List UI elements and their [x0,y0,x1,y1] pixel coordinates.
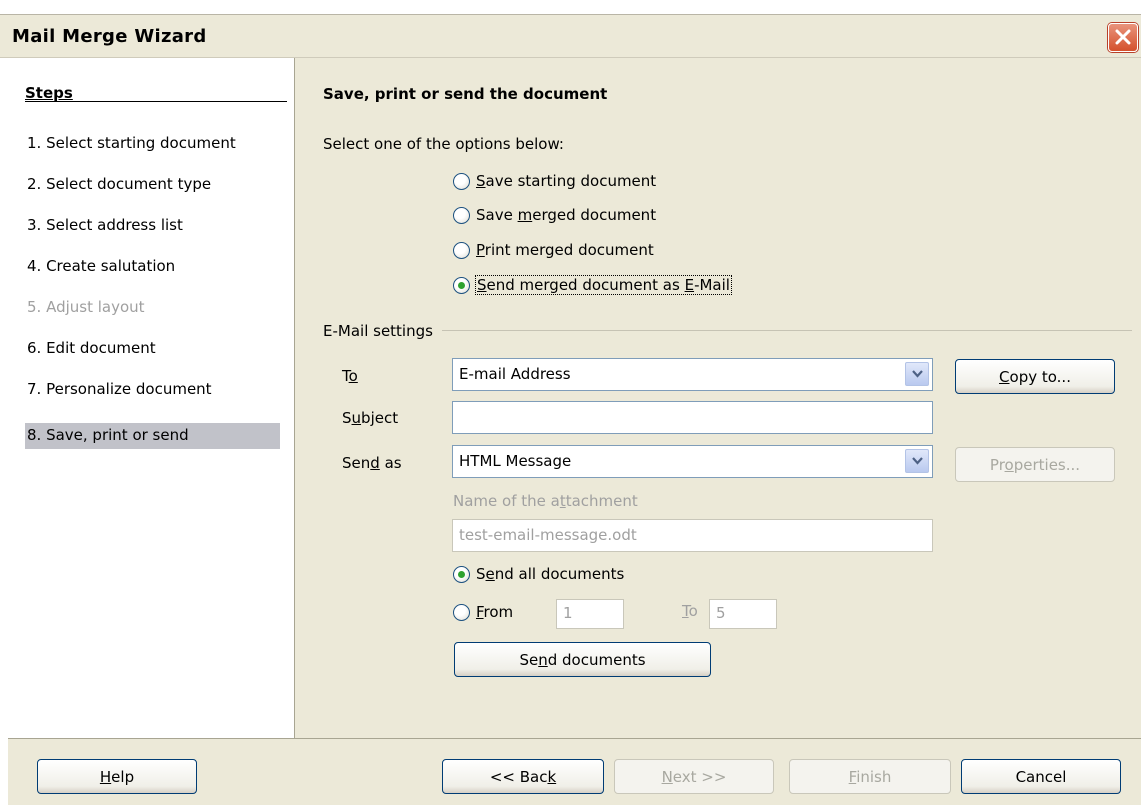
dialog-body: Steps 1. Select starting document 2. Sel… [8,58,1141,805]
to-combobox[interactable]: E-mail Address [452,358,933,391]
close-icon [1115,29,1131,45]
radio-indicator-checked [453,276,470,294]
radio-indicator [453,172,470,190]
send-as-combobox[interactable]: HTML Message [452,445,933,478]
steps-heading: Steps [25,84,73,102]
steps-divider [25,101,287,102]
cancel-button[interactable]: Cancel [961,759,1121,794]
send-as-label: Send as [342,454,402,472]
step-select-address-list[interactable]: 3. Select address list [25,213,280,239]
email-settings-divider [442,330,1132,331]
send-as-value: HTML Message [459,452,572,470]
window-title: Mail Merge Wizard [12,26,207,47]
finish-button: Finish [789,759,951,794]
close-button[interactable] [1108,23,1138,52]
radio-indicator [453,206,470,224]
radio-send-all-documents[interactable]: Send all documents [453,565,624,583]
title-bar: Mail Merge Wizard [0,14,1141,58]
radio-from-range[interactable]: From [453,603,513,621]
properties-button: Properties... [955,447,1115,482]
dropdown-button[interactable] [905,362,929,386]
to-range-input: 5 [709,599,777,629]
dropdown-button[interactable] [905,449,929,473]
email-settings-label: E-Mail settings [323,322,433,340]
radio-label: Send merged document as E-Mail [475,275,732,295]
radio-label: Print merged document [476,241,654,259]
radio-send-merged-email[interactable]: Send merged document as E-Mail [453,275,732,295]
subject-label: Subject [342,409,399,427]
next-button: Next >> [614,759,774,794]
chevron-down-icon [912,370,923,378]
step-edit-document[interactable]: 6. Edit document [25,336,280,362]
radio-indicator [453,241,470,259]
send-documents-button[interactable]: Send documents [454,642,711,677]
step-select-starting-document[interactable]: 1. Select starting document [25,131,280,157]
subject-input[interactable] [452,401,933,434]
to-value: E-mail Address [459,365,571,383]
radio-label: Save starting document [476,172,657,190]
section-title: Save, print or send the document [323,85,608,103]
attachment-name-label: Name of the attachment [453,492,638,510]
radio-print-merged-document[interactable]: Print merged document [453,241,654,259]
to-label: To [342,367,358,385]
step-create-salutation[interactable]: 4. Create salutation [25,254,280,280]
help-button[interactable]: Help [37,759,197,794]
radio-indicator [453,603,470,621]
chevron-down-icon [912,457,923,465]
radio-label: From [476,603,514,621]
step-personalize-document[interactable]: 7. Personalize document [25,377,280,403]
step-adjust-layout: 5. Adjust layout [27,298,145,316]
radio-save-starting-document[interactable]: Save starting document [453,172,656,190]
to-range-label: To [682,602,698,620]
from-input: 1 [556,599,624,629]
step-select-document-type[interactable]: 2. Select document type [25,172,280,198]
steps-panel: Steps 1. Select starting document 2. Sel… [8,58,295,738]
copy-to-button[interactable]: Copy to... [955,359,1115,394]
radio-label: Save merged document [476,206,657,224]
radio-save-merged-document[interactable]: Save merged document [453,206,656,224]
step-save-print-or-send[interactable]: 8. Save, print or send [25,423,280,449]
attachment-name-input: test-email-message.odt [452,519,933,552]
options-instruction: Select one of the options below: [323,135,564,153]
back-button[interactable]: << Back [442,759,604,794]
footer-divider [8,738,1141,739]
radio-label: Send all documents [476,565,625,583]
content-panel: Save, print or send the document Select … [296,58,1141,738]
radio-indicator-checked [453,565,470,583]
